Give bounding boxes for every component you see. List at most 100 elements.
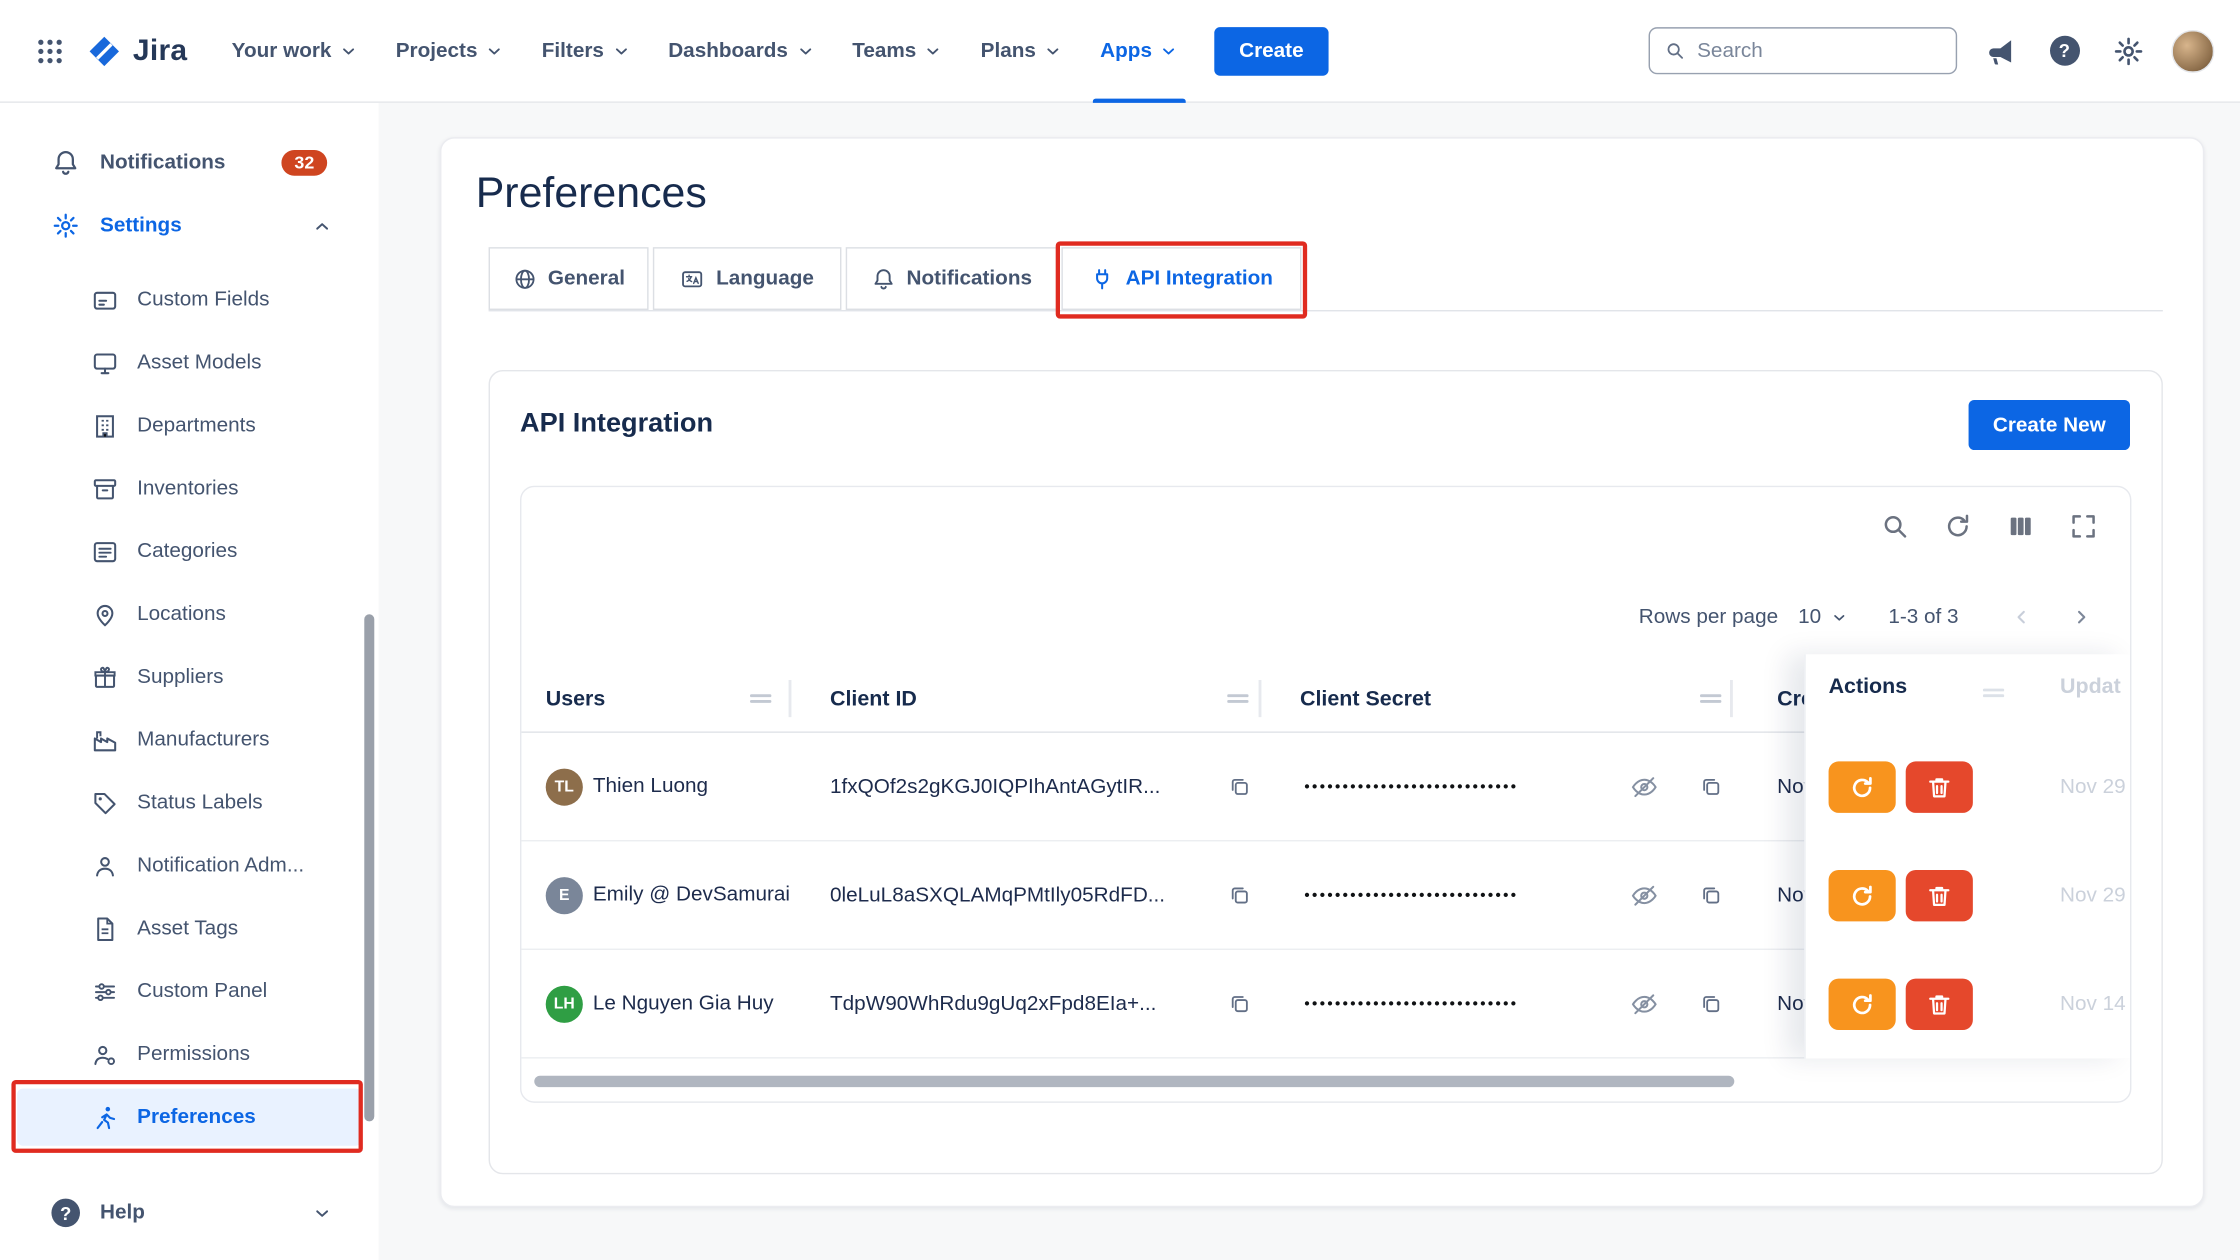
tab-general[interactable]: General <box>489 247 649 310</box>
api-keys-table: Rows per page 10 1-3 of 3 Users <box>520 486 2131 1103</box>
tab-bar: General Language Notifications <box>489 247 2163 311</box>
nav-filters[interactable]: Filters <box>523 0 649 102</box>
nav-teams[interactable]: Teams <box>834 0 962 102</box>
previous-page-button[interactable] <box>2001 597 2041 637</box>
app-switcher-button[interactable] <box>26 26 75 75</box>
page-title: Preferences <box>476 170 707 219</box>
sidebar-item-preferences[interactable]: Preferences <box>0 1086 379 1149</box>
table-columns-button[interactable] <box>2001 507 2038 544</box>
sidebar-item-status-labels[interactable]: Status Labels <box>0 771 379 834</box>
sidebar-item-inventories[interactable]: Inventories <box>0 457 379 520</box>
sidebar-item-help[interactable]: ? Help <box>0 1181 379 1244</box>
sidebar-item-locations[interactable]: Locations <box>0 583 379 646</box>
archive-icon <box>91 475 118 502</box>
copy-client-id-button[interactable] <box>1221 878 1255 912</box>
sidebar-item-settings[interactable]: Settings <box>0 194 379 257</box>
sidebar-item-manufacturers[interactable]: Manufacturers <box>0 709 379 772</box>
sliders-icon <box>91 978 118 1005</box>
column-header-actions: Actions <box>1829 674 1908 698</box>
copy-client-secret-button[interactable] <box>1693 986 1727 1020</box>
nav-apps[interactable]: Apps <box>1082 0 1198 102</box>
tab-language[interactable]: Language <box>653 247 842 310</box>
table-fullscreen-button[interactable] <box>2064 507 2101 544</box>
column-resize-handle[interactable] <box>1700 691 1721 705</box>
tab-notifications[interactable]: Notifications <box>846 247 1057 310</box>
nav-plans[interactable]: Plans <box>962 0 1082 102</box>
column-header-users[interactable]: Users <box>546 664 606 733</box>
sidebar-scrollbar[interactable] <box>364 614 374 1121</box>
regenerate-key-button[interactable] <box>1829 761 1896 812</box>
delete-key-button[interactable] <box>1906 761 1973 812</box>
sidebar-item-permissions[interactable]: Permissions <box>0 1023 379 1086</box>
chevron-left-icon <box>2010 606 2033 629</box>
tag-icon <box>91 789 118 816</box>
nav-projects[interactable]: Projects <box>377 0 523 102</box>
pagination-range: 1-3 of 3 <box>1888 606 1958 629</box>
eye-off-icon <box>1630 772 1659 801</box>
building-icon <box>91 412 118 439</box>
client-id-value: TdpW90WhRdu9gUq2xFpd8EIa+... <box>830 992 1156 1015</box>
reveal-secret-button[interactable] <box>1624 875 1664 915</box>
regenerate-key-button[interactable] <box>1829 979 1896 1030</box>
settings-button[interactable] <box>2107 29 2150 72</box>
create-new-button[interactable]: Create New <box>1969 400 2130 450</box>
horizontal-scrollbar[interactable] <box>534 1076 1734 1087</box>
delete-key-button[interactable] <box>1906 870 1973 921</box>
copy-icon <box>1698 883 1722 907</box>
jira-logo-icon <box>86 32 123 69</box>
sidebar-item-categories[interactable]: Categories <box>0 520 379 583</box>
help-button[interactable]: ? <box>2043 29 2086 72</box>
trash-icon <box>1926 991 1953 1018</box>
megaphone-icon <box>1984 35 2015 66</box>
tab-api-integration[interactable]: API Integration <box>1061 247 1301 310</box>
user-name: Thien Luong <box>593 771 793 801</box>
table-search-button[interactable] <box>1876 507 1913 544</box>
column-header-client-secret[interactable]: Client Secret <box>1300 664 1431 733</box>
regenerate-key-button[interactable] <box>1829 870 1896 921</box>
copy-client-id-button[interactable] <box>1221 986 1255 1020</box>
copy-client-secret-button[interactable] <box>1693 878 1727 912</box>
table-refresh-button[interactable] <box>1939 507 1976 544</box>
search-box[interactable] <box>1649 27 1958 74</box>
api-plug-icon <box>1090 266 1114 290</box>
column-resize-handle[interactable] <box>1227 691 1248 705</box>
profile-button[interactable] <box>2171 29 2214 72</box>
next-page-button[interactable] <box>2061 597 2101 637</box>
trash-icon <box>1926 882 1953 909</box>
reveal-secret-button[interactable] <box>1624 984 1664 1024</box>
column-divider <box>789 680 792 717</box>
column-resize-handle[interactable] <box>750 691 771 705</box>
create-button[interactable]: Create <box>1215 26 1328 75</box>
rows-per-page-select[interactable]: 10 <box>1798 606 1848 629</box>
nav-your-work[interactable]: Your work <box>213 0 377 102</box>
copy-client-id-button[interactable] <box>1221 769 1255 803</box>
table-toolbar <box>1876 507 2102 544</box>
nav-dashboards[interactable]: Dashboards <box>650 0 834 102</box>
custom-fields-icon <box>91 286 118 313</box>
announcements-button[interactable] <box>1979 29 2022 72</box>
sidebar-item-notification-admin[interactable]: Notification Adm... <box>0 834 379 897</box>
client-secret-mask: •••••••••••••••••••••••••••• <box>1304 995 1621 1012</box>
sidebar-item-asset-models[interactable]: Asset Models <box>0 331 379 394</box>
copy-icon <box>1226 883 1250 907</box>
sidebar: Notifications 32 Settings Custom Fields … <box>0 103 379 1260</box>
reveal-secret-button[interactable] <box>1624 766 1664 806</box>
sidebar-item-asset-tags[interactable]: Asset Tags <box>0 897 379 960</box>
chevron-right-icon <box>2070 606 2093 629</box>
search-input[interactable] <box>1697 39 1941 62</box>
bell-icon <box>871 266 895 290</box>
sidebar-item-custom-fields[interactable]: Custom Fields <box>0 269 379 332</box>
section-title: API Integration <box>520 409 713 440</box>
sidebar-item-custom-panel[interactable]: Custom Panel <box>0 960 379 1023</box>
refresh-icon <box>1849 774 1876 801</box>
client-secret-mask: •••••••••••••••••••••••••••• <box>1304 886 1621 903</box>
sidebar-item-suppliers[interactable]: Suppliers <box>0 646 379 709</box>
copy-client-secret-button[interactable] <box>1693 769 1727 803</box>
sidebar-item-notifications[interactable]: Notifications 32 <box>0 131 379 194</box>
content-card: Preferences General Language <box>440 137 2204 1207</box>
jira-logo[interactable]: Jira <box>86 32 188 69</box>
delete-key-button[interactable] <box>1906 979 1973 1030</box>
column-header-client-id[interactable]: Client ID <box>830 664 917 733</box>
sidebar-item-departments[interactable]: Departments <box>0 394 379 457</box>
search-icon <box>1664 39 1685 63</box>
